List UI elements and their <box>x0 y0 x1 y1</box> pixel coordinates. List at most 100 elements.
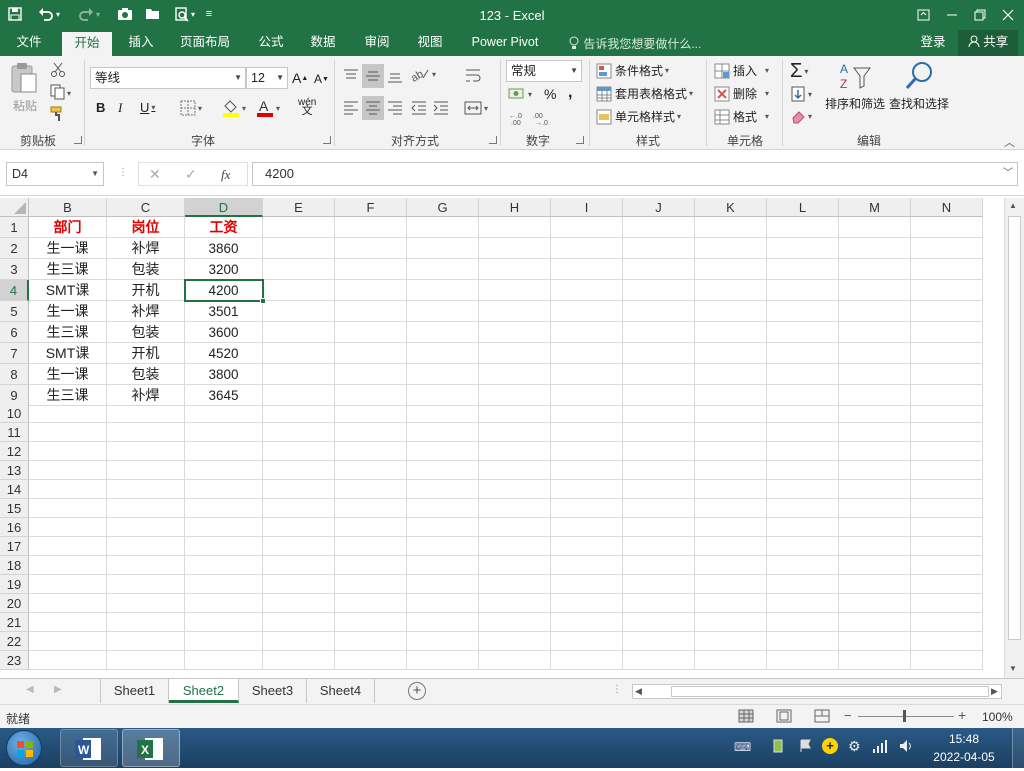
cell-b19[interactable] <box>29 575 107 594</box>
page-layout-view-icon[interactable] <box>776 709 792 726</box>
cell-f11[interactable] <box>335 423 407 442</box>
cell-n14[interactable] <box>911 480 983 499</box>
cell-m4[interactable] <box>839 280 911 301</box>
cell-k9[interactable] <box>695 385 767 406</box>
cell-f21[interactable] <box>335 613 407 632</box>
zoom-in-icon[interactable]: + <box>958 707 966 723</box>
cell-h22[interactable] <box>479 632 551 651</box>
cell-i7[interactable] <box>551 343 623 364</box>
cell-j23[interactable] <box>623 651 695 670</box>
percent-button[interactable]: % <box>544 86 556 102</box>
cell-m21[interactable] <box>839 613 911 632</box>
font-launcher-icon[interactable] <box>323 136 331 144</box>
cell-b3[interactable]: 生三课 <box>29 259 107 280</box>
cell-f18[interactable] <box>335 556 407 575</box>
align-right-icon[interactable] <box>386 100 404 116</box>
cell-j21[interactable] <box>623 613 695 632</box>
row-header-19[interactable]: 19 <box>0 575 29 594</box>
row-header-4[interactable]: 4 <box>0 280 29 301</box>
cell-g16[interactable] <box>407 518 479 537</box>
cell-c11[interactable] <box>107 423 185 442</box>
cell-m1[interactable] <box>839 217 911 238</box>
cell-h20[interactable] <box>479 594 551 613</box>
orientation-icon[interactable]: ab ▾ <box>410 66 436 82</box>
font-color-icon[interactable]: A ▾ <box>256 98 280 118</box>
conditional-formatting-button[interactable]: 条件格式 ▾ <box>596 62 669 79</box>
cell-b16[interactable] <box>29 518 107 537</box>
cell-i12[interactable] <box>551 442 623 461</box>
cell-g18[interactable] <box>407 556 479 575</box>
phonetic-guide-icon[interactable]: wén 文 <box>298 98 316 117</box>
autosum-icon[interactable]: Σ ▾ <box>790 60 808 83</box>
tab-page-layout[interactable]: 页面布局 <box>172 30 238 56</box>
cell-c10[interactable] <box>107 404 185 423</box>
cell-h9[interactable] <box>479 385 551 406</box>
cell-e5[interactable] <box>263 301 335 322</box>
cell-f4[interactable] <box>335 280 407 301</box>
cell-h16[interactable] <box>479 518 551 537</box>
cell-l4[interactable] <box>767 280 839 301</box>
cell-b2[interactable]: 生一课 <box>29 238 107 259</box>
cell-i21[interactable] <box>551 613 623 632</box>
cell-f14[interactable] <box>335 480 407 499</box>
cell-f23[interactable] <box>335 651 407 670</box>
cell-k1[interactable] <box>695 217 767 238</box>
clock-time[interactable]: 15:48 <box>934 732 994 746</box>
cell-c8[interactable]: 包装 <box>107 364 185 385</box>
cell-c16[interactable] <box>107 518 185 537</box>
cell-g14[interactable] <box>407 480 479 499</box>
increase-indent-icon[interactable] <box>432 100 450 116</box>
cell-b11[interactable] <box>29 423 107 442</box>
cell-i19[interactable] <box>551 575 623 594</box>
cell-n4[interactable] <box>911 280 983 301</box>
cell-g19[interactable] <box>407 575 479 594</box>
cell-g10[interactable] <box>407 404 479 423</box>
cell-k4[interactable] <box>695 280 767 301</box>
vertical-scroll-thumb[interactable] <box>1008 216 1021 640</box>
cell-f5[interactable] <box>335 301 407 322</box>
cell-b13[interactable] <box>29 461 107 480</box>
cell-l13[interactable] <box>767 461 839 480</box>
sort-filter-button[interactable]: AZ 排序和筛选 <box>824 60 886 112</box>
cell-h23[interactable] <box>479 651 551 670</box>
comma-button[interactable]: , <box>568 84 572 102</box>
usb-icon[interactable] <box>772 738 784 757</box>
cell-d23[interactable] <box>185 651 263 670</box>
cell-e14[interactable] <box>263 480 335 499</box>
cell-d19[interactable] <box>185 575 263 594</box>
cell-l21[interactable] <box>767 613 839 632</box>
cell-h10[interactable] <box>479 404 551 423</box>
taskbar-excel-button[interactable]: X <box>122 729 180 767</box>
cell-k11[interactable] <box>695 423 767 442</box>
cell-b9[interactable]: 生三课 <box>29 385 107 406</box>
row-header-5[interactable]: 5 <box>0 301 29 322</box>
cell-e1[interactable] <box>263 217 335 238</box>
cell-i15[interactable] <box>551 499 623 518</box>
cell-h14[interactable] <box>479 480 551 499</box>
cell-g22[interactable] <box>407 632 479 651</box>
cell-h2[interactable] <box>479 238 551 259</box>
row-header-13[interactable]: 13 <box>0 461 29 480</box>
cell-l23[interactable] <box>767 651 839 670</box>
row-header-7[interactable]: 7 <box>0 343 29 364</box>
align-center-icon[interactable] <box>362 96 384 120</box>
fill-color-icon[interactable]: ▾ <box>222 98 246 118</box>
cell-h5[interactable] <box>479 301 551 322</box>
cell-j12[interactable] <box>623 442 695 461</box>
cell-d22[interactable] <box>185 632 263 651</box>
insert-cells-button[interactable]: 插入 ▾ <box>714 62 769 79</box>
increase-decimal-icon[interactable]: ←.0.00 <box>508 110 528 126</box>
page-break-view-icon[interactable] <box>814 709 830 726</box>
cell-f8[interactable] <box>335 364 407 385</box>
select-all-corner[interactable] <box>0 198 29 217</box>
cell-j16[interactable] <box>623 518 695 537</box>
cell-m9[interactable] <box>839 385 911 406</box>
cell-e16[interactable] <box>263 518 335 537</box>
cell-e2[interactable] <box>263 238 335 259</box>
align-bottom-icon[interactable] <box>386 68 404 84</box>
column-header-m[interactable]: M <box>839 198 911 217</box>
copy-icon[interactable]: ▾ <box>50 84 74 103</box>
cell-g7[interactable] <box>407 343 479 364</box>
tab-home[interactable]: 开始 <box>62 32 112 56</box>
cell-i22[interactable] <box>551 632 623 651</box>
